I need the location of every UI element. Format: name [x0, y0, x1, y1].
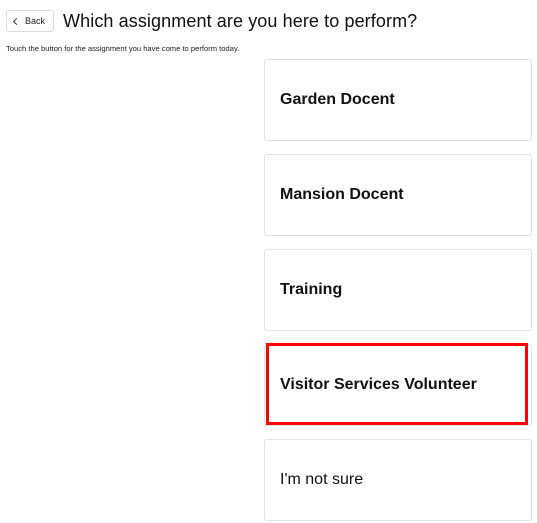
back-button[interactable]: Back: [6, 10, 55, 32]
option-label: Visitor Services Volunteer: [280, 376, 477, 393]
option-label: Training: [280, 281, 343, 298]
assignment-selection-page: Back Which assignment are you here to pe…: [0, 0, 537, 523]
assignment-option-visitor-services-volunteer[interactable]: Visitor Services Volunteer: [264, 344, 532, 426]
instructions-text: Touch the button for the assignment you …: [6, 44, 240, 53]
back-label: Back: [25, 16, 46, 26]
page-title: Which assignment are you here to perform…: [63, 10, 418, 31]
header: Back Which assignment are you here to pe…: [6, 8, 417, 34]
assignment-option-mansion-docent[interactable]: Mansion Docent: [264, 154, 532, 236]
assignment-option-training[interactable]: Training: [264, 249, 532, 331]
assignment-option-not-sure[interactable]: I'm not sure: [264, 439, 532, 521]
option-label: Mansion Docent: [280, 186, 404, 203]
option-label: Garden Docent: [280, 91, 395, 108]
option-label: I'm not sure: [280, 471, 364, 488]
assignment-options-list: Garden Docent Mansion Docent Training Vi…: [264, 59, 532, 523]
chevron-left-icon: [12, 17, 21, 25]
assignment-option-garden-docent[interactable]: Garden Docent: [264, 59, 532, 141]
